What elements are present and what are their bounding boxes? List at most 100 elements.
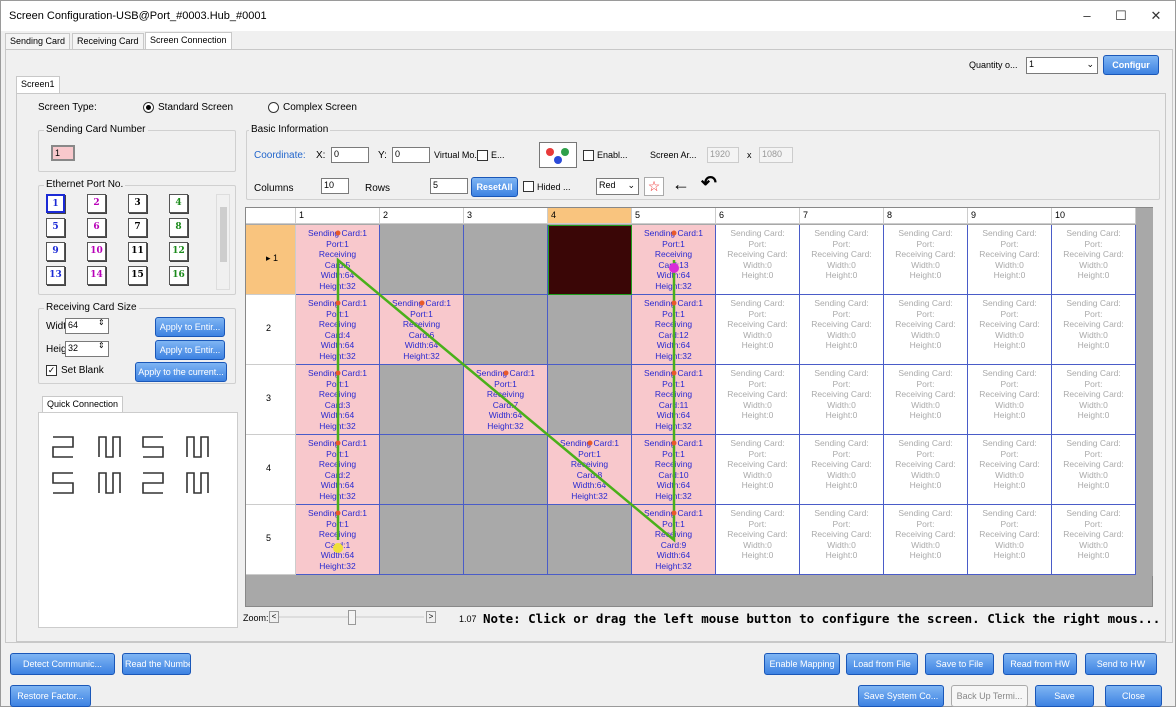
send-to-hw-button[interactable]: Send to HW (1085, 653, 1157, 675)
grid-cell-r1-c10[interactable]: Sending Card: Port: Receiving Card: Width:0… (1052, 225, 1136, 295)
arrow-left-icon[interactable]: ← (672, 174, 690, 195)
column-header-8[interactable]: 8 (884, 208, 968, 224)
detect-communication-button[interactable]: Detect Communic... (10, 653, 115, 675)
zoom-left-button[interactable]: < (269, 611, 279, 623)
apply-entire-height-button[interactable]: Apply to Entir... (155, 340, 225, 360)
ethernet-port-11-button[interactable]: 11 (128, 242, 147, 261)
maximize-button[interactable]: ☐ (1106, 5, 1136, 27)
row-header-2[interactable]: 2 (246, 295, 296, 365)
rows-field[interactable]: 5 (430, 178, 468, 194)
x-field[interactable]: 0 (331, 147, 369, 163)
grid-cell-r3-c8[interactable]: Sending Card: Port: Receiving Card: Width:0… (884, 365, 968, 435)
row-header-4[interactable]: 4 (246, 435, 296, 505)
grid-cell-r1-c3[interactable] (464, 225, 548, 295)
column-header-9[interactable]: 9 (968, 208, 1052, 224)
row-header-5[interactable]: 5 (246, 505, 296, 575)
quantity-select[interactable]: 1 ⌄ (1026, 57, 1098, 74)
grid-cell-r1-c5[interactable]: Sending Card:1 Port:1 Receiving Card:13 Widt… (632, 225, 716, 295)
grid-cell-r1-c1[interactable]: Sending Card:1 Port:1 Receiving Card:5 Width… (296, 225, 380, 295)
grid-cell-r2-c4[interactable] (548, 295, 632, 365)
column-header-1[interactable]: 1 (296, 208, 380, 224)
grid-cell-r4-c3[interactable] (464, 435, 548, 505)
columns-field[interactable]: 10 (321, 178, 349, 194)
apply-entire-width-button[interactable]: Apply to Entir... (155, 317, 225, 337)
tab-sending-card[interactable]: Sending Card (5, 33, 71, 49)
grid-cell-r1-c9[interactable]: Sending Card: Port: Receiving Card: Width:0… (968, 225, 1052, 295)
grid-cell-r3-c7[interactable]: Sending Card: Port: Receiving Card: Width:0… (800, 365, 884, 435)
grid-cell-r2-c6[interactable]: Sending Card: Port: Receiving Card: Width:0… (716, 295, 800, 365)
color-select[interactable]: Red ⌄ (596, 178, 639, 195)
ethernet-port-8-button[interactable]: 8 (169, 218, 188, 237)
ethernet-port-16-button[interactable]: 16 (169, 266, 188, 285)
grid-cell-r3-c1[interactable]: Sending Card:1 Port:1 Receiving Card:3 Width… (296, 365, 380, 435)
ethernet-port-5-button[interactable]: 5 (46, 218, 65, 237)
grid-cell-r3-c9[interactable]: Sending Card: Port: Receiving Card: Width:0… (968, 365, 1052, 435)
port-scrollbar[interactable] (216, 194, 230, 290)
grid-cell-r2-c2[interactable]: Sending Card:1 Port:1 Receiving Card:6 Width… (380, 295, 464, 365)
load-from-file-button[interactable]: Load from File (846, 653, 918, 675)
column-header-3[interactable]: 3 (464, 208, 548, 224)
star-icon[interactable]: ☆ (644, 177, 664, 196)
ethernet-port-12-button[interactable]: 12 (169, 242, 188, 261)
grid-cell-r2-c9[interactable]: Sending Card: Port: Receiving Card: Width:0… (968, 295, 1052, 365)
grid-cell-r3-c3[interactable]: Sending Card:1 Port:1 Receiving Card:7 Width… (464, 365, 548, 435)
grid-cell-r2-c1[interactable]: Sending Card:1 Port:1 Receiving Card:4 Width… (296, 295, 380, 365)
row-header-1[interactable]: ▸ 1 (246, 225, 296, 295)
column-header-7[interactable]: 7 (800, 208, 884, 224)
grid-cell-r5-c8[interactable]: Sending Card: Port: Receiving Card: Width:0… (884, 505, 968, 575)
grid-cell-r5-c1[interactable]: Sending Card:1 Port:1 Receiving Card:1 Width… (296, 505, 380, 575)
ethernet-port-14-button[interactable]: 14 (87, 266, 106, 285)
width-stepper[interactable]: ⇕ (98, 318, 105, 327)
ethernet-port-13-button[interactable]: 13 (46, 266, 65, 285)
apply-current-button[interactable]: Apply to the current... (135, 362, 227, 382)
ethernet-port-3-button[interactable]: 3 (128, 194, 147, 213)
grid-cell-r3-c10[interactable]: Sending Card: Port: Receiving Card: Width:0… (1052, 365, 1136, 435)
standard-screen-radio[interactable] (143, 102, 154, 113)
grid-cell-r1-c7[interactable]: Sending Card: Port: Receiving Card: Width:0… (800, 225, 884, 295)
minimize-button[interactable]: – (1072, 5, 1102, 27)
grid-cell-r4-c2[interactable] (380, 435, 464, 505)
grid-cell-r5-c2[interactable] (380, 505, 464, 575)
column-header-2[interactable]: 2 (380, 208, 464, 224)
grid-cell-r2-c8[interactable]: Sending Card: Port: Receiving Card: Width:0… (884, 295, 968, 365)
y-field[interactable]: 0 (392, 147, 430, 163)
e-checkbox[interactable] (477, 150, 488, 161)
complex-screen-radio[interactable] (268, 102, 279, 113)
grid-cell-r1-c8[interactable]: Sending Card: Port: Receiving Card: Width:0… (884, 225, 968, 295)
screen-width-field[interactable]: 1920 (707, 147, 739, 163)
undo-icon[interactable]: ↶ (701, 172, 717, 195)
enable-checkbox[interactable] (583, 150, 594, 161)
screen-height-field[interactable]: 1080 (759, 147, 793, 163)
grid-cell-r1-c6[interactable]: Sending Card: Port: Receiving Card: Width:0… (716, 225, 800, 295)
grid-cell-r4-c6[interactable]: Sending Card: Port: Receiving Card: Width:0… (716, 435, 800, 505)
tab-screen1[interactable]: Screen1 (16, 76, 60, 94)
set-blank-checkbox[interactable]: ✓ (46, 365, 57, 376)
port-scrollbar-thumb[interactable] (220, 207, 227, 262)
column-header-4[interactable]: 4 (548, 208, 632, 224)
restore-factory-button[interactable]: Restore Factor... (10, 685, 91, 707)
save-system-config-button[interactable]: Save System Co... (858, 685, 944, 707)
ethernet-port-7-button[interactable]: 7 (128, 218, 147, 237)
read-number-button[interactable]: Read the Number... (122, 653, 191, 675)
grid-cell-r1-c4[interactable] (548, 225, 632, 295)
zoom-slider-thumb[interactable] (348, 610, 356, 625)
grid-cell-r5-c5[interactable]: Sending Card:1 Port:1 Receiving Card:9 Width… (632, 505, 716, 575)
tab-screen-connection[interactable]: Screen Connection (145, 32, 232, 50)
grid-cell-r5-c7[interactable]: Sending Card: Port: Receiving Card: Width:0… (800, 505, 884, 575)
close-button[interactable]: Close (1105, 685, 1162, 707)
grid-cell-r3-c6[interactable]: Sending Card: Port: Receiving Card: Width:0… (716, 365, 800, 435)
reset-all-button[interactable]: ResetAll (471, 177, 518, 197)
grid-cell-r5-c3[interactable] (464, 505, 548, 575)
grid-cell-r3-c2[interactable] (380, 365, 464, 435)
screen-grid[interactable]: 1 2 3 4 5 6 7 8 9 10 ▸ 1 Sending Card:1 Port:1 Receiv… (245, 207, 1153, 607)
column-header-5[interactable]: 5 (632, 208, 716, 224)
grid-cell-r5-c10[interactable]: Sending Card: Port: Receiving Card: Width:0… (1052, 505, 1136, 575)
grid-cell-r4-c1[interactable]: Sending Card:1 Port:1 Receiving Card:2 Width… (296, 435, 380, 505)
save-button[interactable]: Save (1035, 685, 1094, 707)
grid-cell-r2-c5[interactable]: Sending Card:1 Port:1 Receiving Card:12 Widt… (632, 295, 716, 365)
grid-cell-r5-c4[interactable] (548, 505, 632, 575)
virtual-pixel-icon[interactable] (539, 142, 577, 168)
ethernet-port-1-button[interactable]: 1 (46, 194, 65, 213)
grid-cell-r2-c10[interactable]: Sending Card: Port: Receiving Card: Width:0… (1052, 295, 1136, 365)
column-header-6[interactable]: 6 (716, 208, 800, 224)
